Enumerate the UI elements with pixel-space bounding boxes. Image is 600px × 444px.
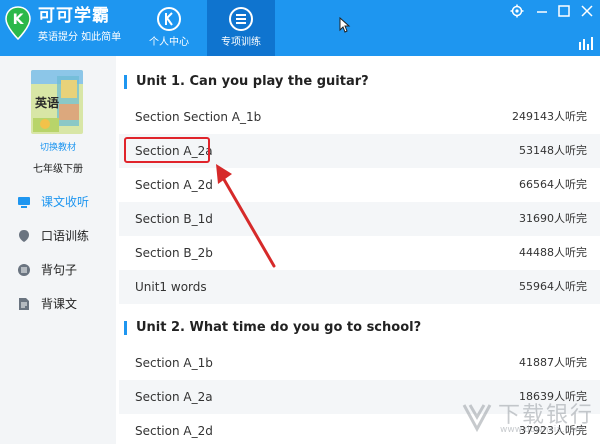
listen-count: 53148人听完 [519, 144, 587, 157]
sidebar-item-label: 口语训练 [41, 229, 90, 243]
mouse-cursor-icon [339, 17, 351, 33]
listen-count: 66564人听完 [519, 178, 587, 191]
list-item[interactable]: Section Section A_1b 249143人听完 [119, 100, 600, 134]
close-icon[interactable] [580, 4, 594, 18]
screen-icon [18, 197, 30, 208]
user-k-icon [157, 7, 181, 31]
minimize-icon[interactable] [535, 4, 549, 18]
section-list: Unit 1. Can you play the guitar? Section… [116, 56, 600, 444]
sidebar-item-recite-texts[interactable]: 背课文 [0, 291, 116, 317]
microphone-icon [19, 230, 29, 242]
listen-count: 41887人听完 [519, 356, 587, 369]
unit-heading-marker [124, 75, 127, 89]
list-item[interactable]: Unit1 words 55964人听完 [119, 270, 600, 304]
switch-textbook-link[interactable]: 切换教材 [0, 140, 116, 153]
sidebar-item-oral-training[interactable]: 口语训练 [0, 223, 116, 249]
listen-count: 44488人听完 [519, 246, 587, 259]
watermark-logo-icon [462, 404, 492, 433]
maximize-icon[interactable] [557, 4, 571, 18]
tab-personal-center-label: 个人中心 [149, 37, 189, 48]
app-logo-icon: K [5, 6, 31, 40]
watermark-url: www.downxia.com [500, 425, 584, 435]
sidebar-item-text-listening[interactable]: 课文收听 [0, 189, 116, 215]
settings-icon[interactable] [510, 4, 524, 18]
annotation-arrow-icon [216, 164, 276, 268]
listen-count: 55964人听完 [519, 280, 587, 293]
list-icon [18, 264, 30, 276]
list-item[interactable]: Section A_2d 66564人听完 [119, 168, 600, 202]
listen-count: 249143人听完 [512, 110, 587, 123]
grade-label: 七年级下册 [33, 164, 83, 175]
training-icon [229, 7, 253, 31]
section-name: Section A_2d [135, 424, 213, 438]
svg-text:K: K [13, 12, 25, 28]
equalizer-icon[interactable] [578, 36, 594, 50]
highlight-box [124, 137, 210, 163]
section-name: Section Section A_1b [135, 110, 262, 124]
unit-heading-text: Unit 1. Can you play the guitar? [136, 74, 369, 89]
list-item[interactable]: Section B_2b 44488人听完 [119, 236, 600, 270]
tab-special-training-label: 专项训练 [221, 37, 261, 48]
list-item[interactable]: Section A_1b 41887人听完 [119, 346, 600, 380]
section-name: Section B_1d [135, 212, 213, 226]
listen-count: 31690人听完 [519, 212, 587, 225]
section-name: Section A_2d [135, 178, 213, 192]
unit-heading: Unit 2. What time do you go to school? [124, 320, 421, 336]
sidebar: 英语 切换教材 七年级下册 课文收听 口语训练 背句子 背课文 [0, 56, 116, 444]
app-name: 可可学霸 [38, 6, 110, 26]
section-name: Section A_1b [135, 356, 213, 370]
watermark: 下载银行 www.downxia.com [460, 395, 600, 444]
section-name: Section B_2b [135, 246, 213, 260]
sidebar-item-label: 课文收听 [41, 195, 90, 209]
unit-heading: Unit 1. Can you play the guitar? [124, 74, 369, 90]
textbook-cover-title: 英语 [35, 96, 60, 110]
sidebar-item-label: 背课文 [41, 297, 78, 311]
section-name: Section A_2a [135, 390, 213, 404]
tab-special-training[interactable]: 专项训练 [207, 0, 275, 56]
document-icon [19, 298, 29, 310]
unit-heading-text: Unit 2. What time do you go to school? [136, 320, 422, 335]
app-slogan: 英语提分 如此简单 [38, 32, 122, 43]
sidebar-item-recite-sentences[interactable]: 背句子 [0, 257, 116, 283]
list-item[interactable]: Section B_1d 31690人听完 [119, 202, 600, 236]
unit-heading-marker [124, 321, 127, 335]
title-bar: K 可可学霸 英语提分 如此简单 个人中心 专项训练 [0, 0, 600, 56]
sidebar-item-label: 背句子 [41, 263, 78, 277]
tab-personal-center[interactable]: 个人中心 [135, 0, 203, 56]
textbook-cover[interactable]: 英语 [31, 70, 83, 134]
section-name: Unit1 words [135, 280, 207, 294]
